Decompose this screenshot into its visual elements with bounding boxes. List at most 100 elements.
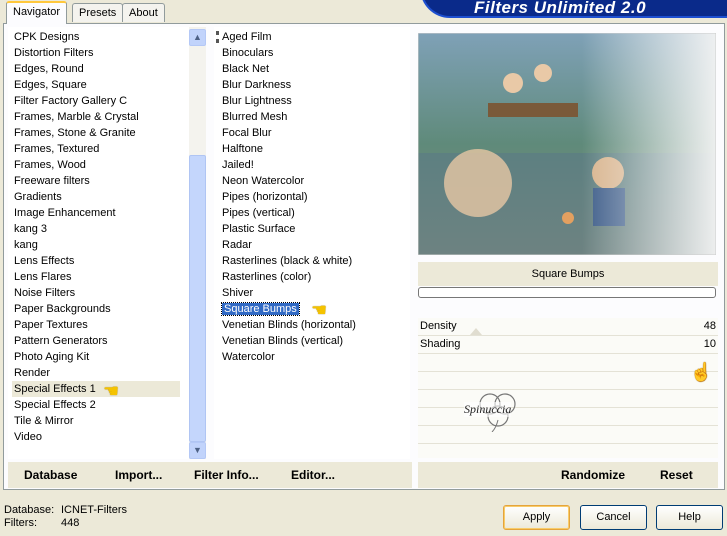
category-item[interactable]: Gradients — [12, 189, 180, 205]
category-item[interactable]: Frames, Textured — [12, 141, 180, 157]
cancel-button[interactable]: Cancel — [580, 505, 647, 530]
list-item-label: Filter Factory Gallery C — [14, 95, 128, 107]
list-item-label: Blur Darkness — [222, 79, 292, 91]
category-item[interactable]: Paper Backgrounds — [12, 301, 180, 317]
category-item[interactable]: Lens Effects — [12, 253, 180, 269]
preview-filter-name: Square Bumps — [531, 268, 605, 280]
watermark-logo: Spinuccia — [460, 388, 540, 433]
category-item[interactable]: Freeware filters — [12, 173, 180, 189]
list-item-label: Noise Filters — [14, 287, 76, 299]
category-item[interactable]: Photo Aging Kit — [12, 349, 180, 365]
list-item-label: Frames, Wood — [14, 159, 86, 171]
database-button[interactable]: Database — [24, 468, 77, 482]
help-button[interactable]: Help — [656, 505, 723, 530]
category-item[interactable]: Image Enhancement — [12, 205, 180, 221]
category-item[interactable]: kang — [12, 237, 180, 253]
list-item-label: Pattern Generators — [14, 335, 108, 347]
category-item[interactable]: Render — [12, 365, 180, 381]
list-item-label: Rasterlines (black & white) — [222, 255, 353, 267]
list-item-label: Image Enhancement — [14, 207, 116, 219]
list-item-label: Gradients — [14, 191, 62, 203]
filter-item[interactable]: Watercolor — [220, 349, 406, 365]
filter-item[interactable]: Blur Darkness — [220, 77, 406, 93]
filter-item[interactable]: Pipes (vertical) — [220, 205, 406, 221]
tab-navigator[interactable]: Navigator — [6, 1, 68, 24]
reset-button[interactable]: Reset — [660, 468, 693, 482]
list-item-label: Halftone — [222, 143, 263, 155]
category-item[interactable]: Video — [12, 429, 180, 445]
category-scrollbar[interactable]: ▲ ▼ — [189, 27, 206, 459]
category-item[interactable]: Special Effects 2 — [12, 397, 180, 413]
import-button[interactable]: Import... — [115, 468, 162, 482]
list-item-label: Blurred Mesh — [222, 111, 288, 123]
category-item[interactable]: Lens Flares — [12, 269, 180, 285]
category-item[interactable]: Special Effects 1 — [12, 381, 180, 397]
list-item-label: Neon Watercolor — [222, 175, 305, 187]
pointing-hand-icon: ☝ — [690, 362, 713, 382]
scroll-thumb[interactable] — [189, 155, 206, 442]
filter-item[interactable]: Blurred Mesh — [220, 109, 406, 125]
category-item[interactable]: CPK Designs — [12, 29, 180, 45]
filter-item[interactable]: Jailed! — [220, 157, 406, 173]
status-database-value: ICNET-Filters — [61, 504, 127, 516]
filter-item[interactable]: Focal Blur — [220, 125, 406, 141]
list-item-label: Edges, Round — [14, 63, 84, 75]
category-item[interactable]: Tile & Mirror — [12, 413, 180, 429]
filter-item[interactable]: Rasterlines (color) — [220, 269, 406, 285]
list-item-label: Render — [14, 367, 51, 379]
filter-item[interactable]: Radar — [220, 237, 406, 253]
filter-item[interactable]: Neon Watercolor — [220, 173, 406, 189]
preview-caption-bar: Square Bumps — [418, 262, 718, 286]
category-item[interactable]: Filter Factory Gallery C — [12, 93, 180, 109]
filter-item[interactable]: Aged Film — [220, 29, 406, 45]
progress-bar — [418, 287, 716, 298]
tab-about[interactable]: About — [122, 3, 165, 22]
filter-item[interactable]: Plastic Surface — [220, 221, 406, 237]
list-item-label: Special Effects 1 — [14, 383, 96, 395]
filter-item[interactable]: Halftone — [220, 141, 406, 157]
list-item-label: Lens Flares — [14, 271, 72, 283]
chevron-up-icon[interactable]: ▲ — [189, 29, 206, 46]
chevron-down-icon[interactable]: ▼ — [189, 442, 206, 459]
category-item[interactable]: Edges, Square — [12, 77, 180, 93]
list-item-label: Frames, Stone & Granite — [14, 127, 136, 139]
category-item[interactable]: Noise Filters — [12, 285, 180, 301]
param-density[interactable]: Density 48 — [418, 318, 718, 335]
list-item-label: Special Effects 2 — [14, 399, 96, 411]
list-item-label: Focal Blur — [222, 127, 272, 139]
tab-presets[interactable]: Presets — [72, 3, 124, 22]
filter-item[interactable]: Binoculars — [220, 45, 406, 61]
category-item[interactable]: Frames, Stone & Granite — [12, 125, 180, 141]
filters-unlimited-banner: Filters Unlimited 2.0 — [420, 0, 727, 18]
category-item[interactable]: Distortion Filters — [12, 45, 180, 61]
filter-item[interactable]: Rasterlines (black & white) — [220, 253, 406, 269]
randomize-button[interactable]: Randomize — [561, 468, 625, 482]
list-item-label: Aged Film — [222, 31, 272, 43]
list-item-label: Distortion Filters — [14, 47, 94, 59]
filter-item[interactable]: Shiver — [220, 285, 406, 301]
list-item-label: Binoculars — [222, 47, 274, 59]
list-item-label: Paper Backgrounds — [14, 303, 111, 315]
category-item[interactable]: Paper Textures — [12, 317, 180, 333]
filter-item[interactable]: Blur Lightness — [220, 93, 406, 109]
param-shading[interactable]: Shading 10 — [418, 336, 718, 353]
apply-button[interactable]: Apply — [503, 505, 570, 530]
category-item[interactable]: kang 3 — [12, 221, 180, 237]
editor-button[interactable]: Editor... — [291, 468, 335, 482]
banner-title: Filters Unlimited 2.0 — [474, 0, 647, 17]
filter-info-button[interactable]: Filter Info... — [194, 468, 259, 482]
list-item-label: CPK Designs — [14, 31, 80, 43]
category-item[interactable]: Pattern Generators — [12, 333, 180, 349]
filter-list-panel: Aged Film Binoculars Black Net Blur Darknes… — [214, 27, 410, 459]
category-item[interactable]: Frames, Wood — [12, 157, 180, 173]
filter-item[interactable]: Black Net — [220, 61, 406, 77]
filter-item[interactable]: Pipes (horizontal) — [220, 189, 406, 205]
list-item-label: Radar — [222, 239, 252, 251]
list-item-label: Blur Lightness — [222, 95, 292, 107]
category-item[interactable]: Frames, Marble & Crystal — [12, 109, 180, 125]
list-item-label: Venetian Blinds (horizontal) — [222, 319, 356, 331]
category-item[interactable]: Edges, Round — [12, 61, 180, 77]
list-item-label: Pipes (horizontal) — [222, 191, 308, 203]
list-item-label: kang 3 — [14, 223, 48, 235]
filter-item[interactable]: Venetian Blinds (vertical) — [220, 333, 406, 349]
